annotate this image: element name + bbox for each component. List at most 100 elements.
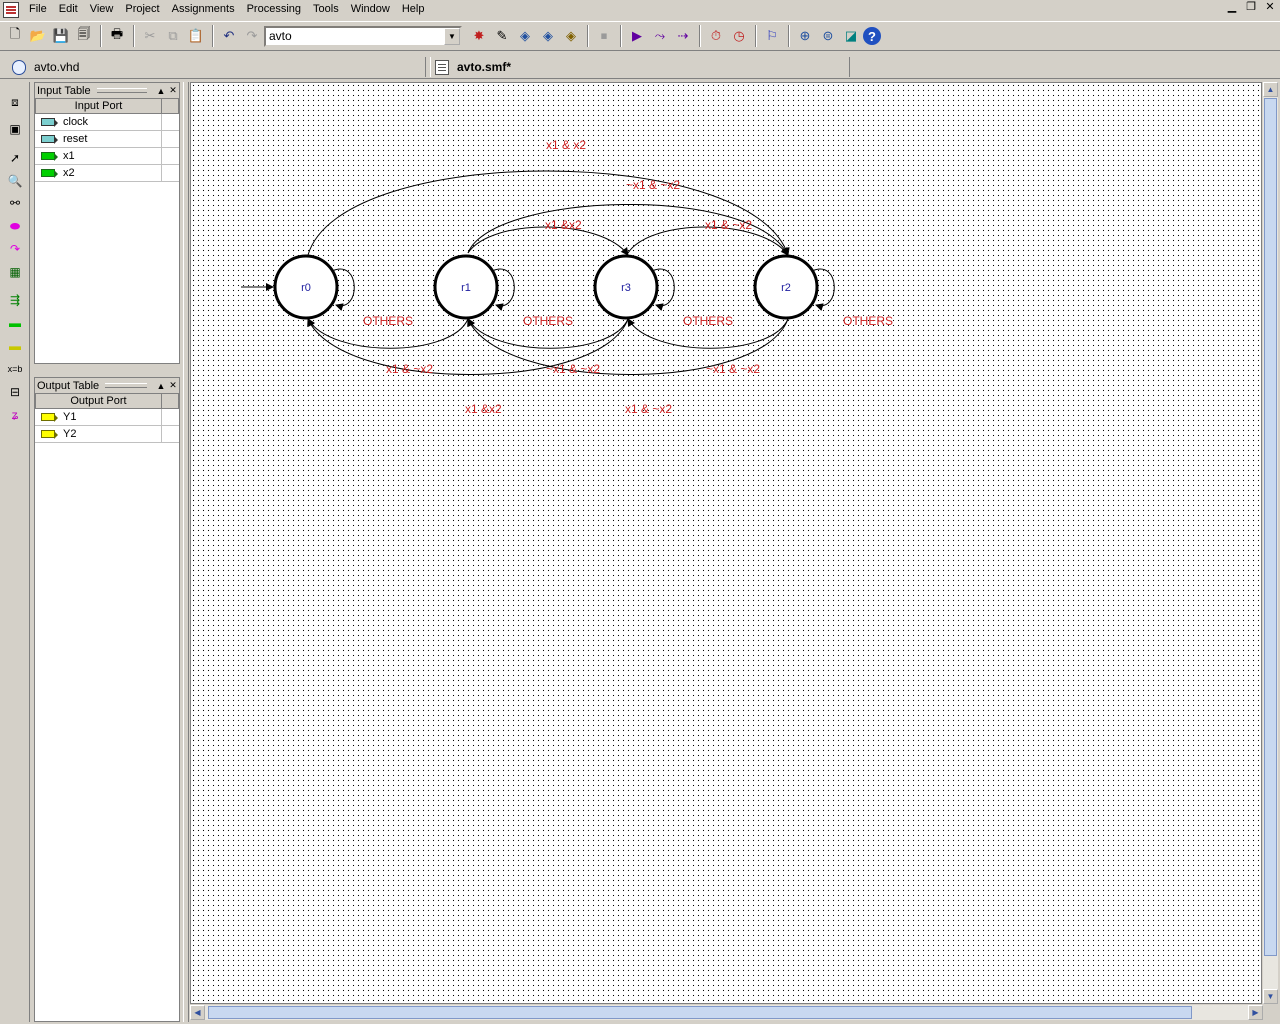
close-panel-icon[interactable]: ✕ [167, 85, 179, 96]
transition-label[interactable]: ~x1 & ~x2 [546, 362, 600, 376]
pin-planner-diamond-icon[interactable]: ◈ [560, 25, 582, 47]
save-all-icon[interactable]: 🗐 [73, 25, 95, 47]
menu-tools[interactable]: Tools [307, 0, 345, 19]
timing-clock-icon[interactable]: ◷ [728, 25, 750, 47]
action-tool-icon[interactable]: x=b [4, 359, 26, 379]
generate-hdl-icon[interactable]: ⊟ [4, 382, 26, 402]
menu-project[interactable]: Project [119, 0, 165, 19]
state-r1[interactable]: r1 [433, 254, 499, 320]
transition-label[interactable]: OTHERS [523, 314, 573, 328]
state-r2[interactable]: r2 [753, 254, 819, 320]
transition-label[interactable]: x1 &x2 [545, 218, 582, 232]
analysis-synthesis-icon[interactable]: ⤳ [649, 25, 671, 47]
menu-help[interactable]: Help [396, 0, 431, 19]
output-port-column-header[interactable]: Output Port [36, 394, 162, 408]
document-tabs: avto.vhd avto.smf* [0, 55, 1280, 79]
state-table-icon[interactable]: ▦ [4, 262, 26, 282]
transition-label[interactable]: ~x1 & ~x2 [706, 362, 760, 376]
save-icon[interactable]: 💾 [50, 25, 72, 47]
vertical-scrollbar[interactable]: ▲ ▼ [1263, 82, 1278, 1004]
timing-analyzer-icon[interactable]: ⏱ [705, 25, 727, 47]
menu-assignments[interactable]: Assignments [166, 0, 241, 19]
close-icon[interactable]: ✕ [1262, 1, 1278, 15]
undo-icon[interactable]: ↶ [218, 25, 240, 47]
state-machine-canvas[interactable]: r0 r1 r3 r2 x1 & x2 ~x1 & ~x2 x1 &x2 x1 … [190, 82, 1262, 1004]
paste-icon[interactable]: 📋 [185, 25, 207, 47]
programmer-icon[interactable]: ⊜ [817, 25, 839, 47]
copy-icon[interactable]: ⧉ [162, 25, 184, 47]
panel-splitter[interactable] [183, 82, 189, 1022]
horizontal-scroll-thumb[interactable] [208, 1006, 1192, 1019]
entity-combo[interactable]: avto ▼ [264, 25, 462, 47]
horizontal-scrollbar[interactable]: ◀ ▶ [190, 1005, 1263, 1020]
fitter-icon[interactable]: ⇢ [672, 25, 694, 47]
input-table-panel: Input Table ▲ ✕ Input Port clock reset x… [34, 82, 180, 364]
collapse-icon[interactable]: ▲ [155, 86, 167, 96]
simulator-icon[interactable]: ⚐ [761, 25, 783, 47]
state-r0[interactable]: r0 [273, 254, 339, 320]
scroll-down-icon[interactable]: ▼ [1263, 989, 1278, 1004]
open-folder-icon[interactable]: 📂 [27, 25, 49, 47]
menu-edit[interactable]: Edit [53, 0, 84, 19]
chevron-down-icon[interactable]: ▼ [444, 27, 460, 45]
port-name: reset [63, 133, 88, 145]
table-row[interactable]: reset [35, 131, 179, 148]
full-screen-icon[interactable]: ▣ [4, 119, 26, 139]
detach-window-icon[interactable]: ⧈ [4, 92, 26, 112]
restore-icon[interactable]: ❐ [1243, 1, 1259, 15]
table-row[interactable]: Y1 [35, 409, 179, 426]
table-row[interactable]: Y2 [35, 426, 179, 443]
print-icon[interactable]: 🖶 [106, 25, 128, 47]
rtl-viewer-icon[interactable]: ◪ [840, 25, 862, 47]
state-tool-icon[interactable]: ⬬ [4, 216, 26, 236]
scroll-up-icon[interactable]: ▲ [1263, 82, 1278, 97]
close-panel-icon[interactable]: ✕ [167, 380, 179, 391]
transition-label[interactable]: OTHERS [683, 314, 733, 328]
transition-label[interactable]: x1 &x2 [465, 402, 502, 416]
output-port-icon[interactable]: ▬ [4, 336, 26, 356]
table-row[interactable]: x1 [35, 148, 179, 165]
scroll-right-icon[interactable]: ▶ [1248, 1005, 1263, 1020]
zoom-tool-icon[interactable]: 🔍 [4, 171, 26, 191]
menu-processing[interactable]: Processing [241, 0, 307, 19]
table-row[interactable]: clock [35, 114, 179, 131]
minimize-icon[interactable]: ▁ [1224, 1, 1240, 15]
transition-label[interactable]: ~x1 & ~x2 [626, 178, 680, 192]
menu-file[interactable]: File [23, 0, 53, 19]
wizard-icon[interactable]: ʑ [4, 405, 26, 425]
vertical-scroll-thumb[interactable] [1264, 98, 1277, 956]
chip-planner-icon[interactable]: ⊕ [794, 25, 816, 47]
transition-label[interactable]: x1 & ~x2 [705, 218, 752, 232]
transition-label[interactable]: x1 & ~x2 [386, 362, 433, 376]
cut-icon[interactable]: ✂ [139, 25, 161, 47]
transition-label[interactable]: x1 & ~x2 [625, 402, 672, 416]
selection-tool-icon[interactable]: ➚ [4, 148, 26, 168]
edit-icon[interactable]: ✎ [491, 25, 513, 47]
insert-port-icon[interactable]: ⇶ [4, 290, 26, 310]
transition-label[interactable]: OTHERS [843, 314, 893, 328]
table-row[interactable]: x2 [35, 165, 179, 182]
start-compilation-icon[interactable]: ▶ [626, 25, 648, 47]
input-port-icon[interactable]: ▬ [4, 313, 26, 333]
transition-tool-icon[interactable]: ↷ [4, 239, 26, 259]
tab-avto-vhd[interactable]: avto.vhd [8, 57, 426, 77]
new-file-icon[interactable]: 🗋 [4, 25, 26, 47]
menu-view[interactable]: View [84, 0, 120, 19]
stop-icon[interactable]: ⏹ [593, 25, 615, 47]
help-icon[interactable]: ? [863, 27, 881, 45]
tab-avto-smf[interactable]: avto.smf* [430, 57, 850, 77]
tab-label: avto.vhd [34, 60, 80, 74]
transition-label[interactable]: OTHERS [363, 314, 413, 328]
assignment-diamond-icon[interactable]: ◈ [537, 25, 559, 47]
transition-label[interactable]: x1 & x2 [546, 138, 586, 152]
state-r3[interactable]: r3 [593, 254, 659, 320]
scroll-left-icon[interactable]: ◀ [190, 1005, 205, 1020]
collapse-icon[interactable]: ▲ [155, 381, 167, 391]
redo-icon[interactable]: ↷ [241, 25, 263, 47]
project-navigator-icon[interactable]: ✸ [468, 25, 490, 47]
input-port-column-header[interactable]: Input Port [36, 99, 162, 113]
settings-diamond-icon[interactable]: ◈ [514, 25, 536, 47]
app-icon[interactable] [3, 1, 19, 18]
find-binoculars-icon[interactable]: ⚯ [4, 193, 26, 213]
menu-window[interactable]: Window [345, 0, 396, 19]
